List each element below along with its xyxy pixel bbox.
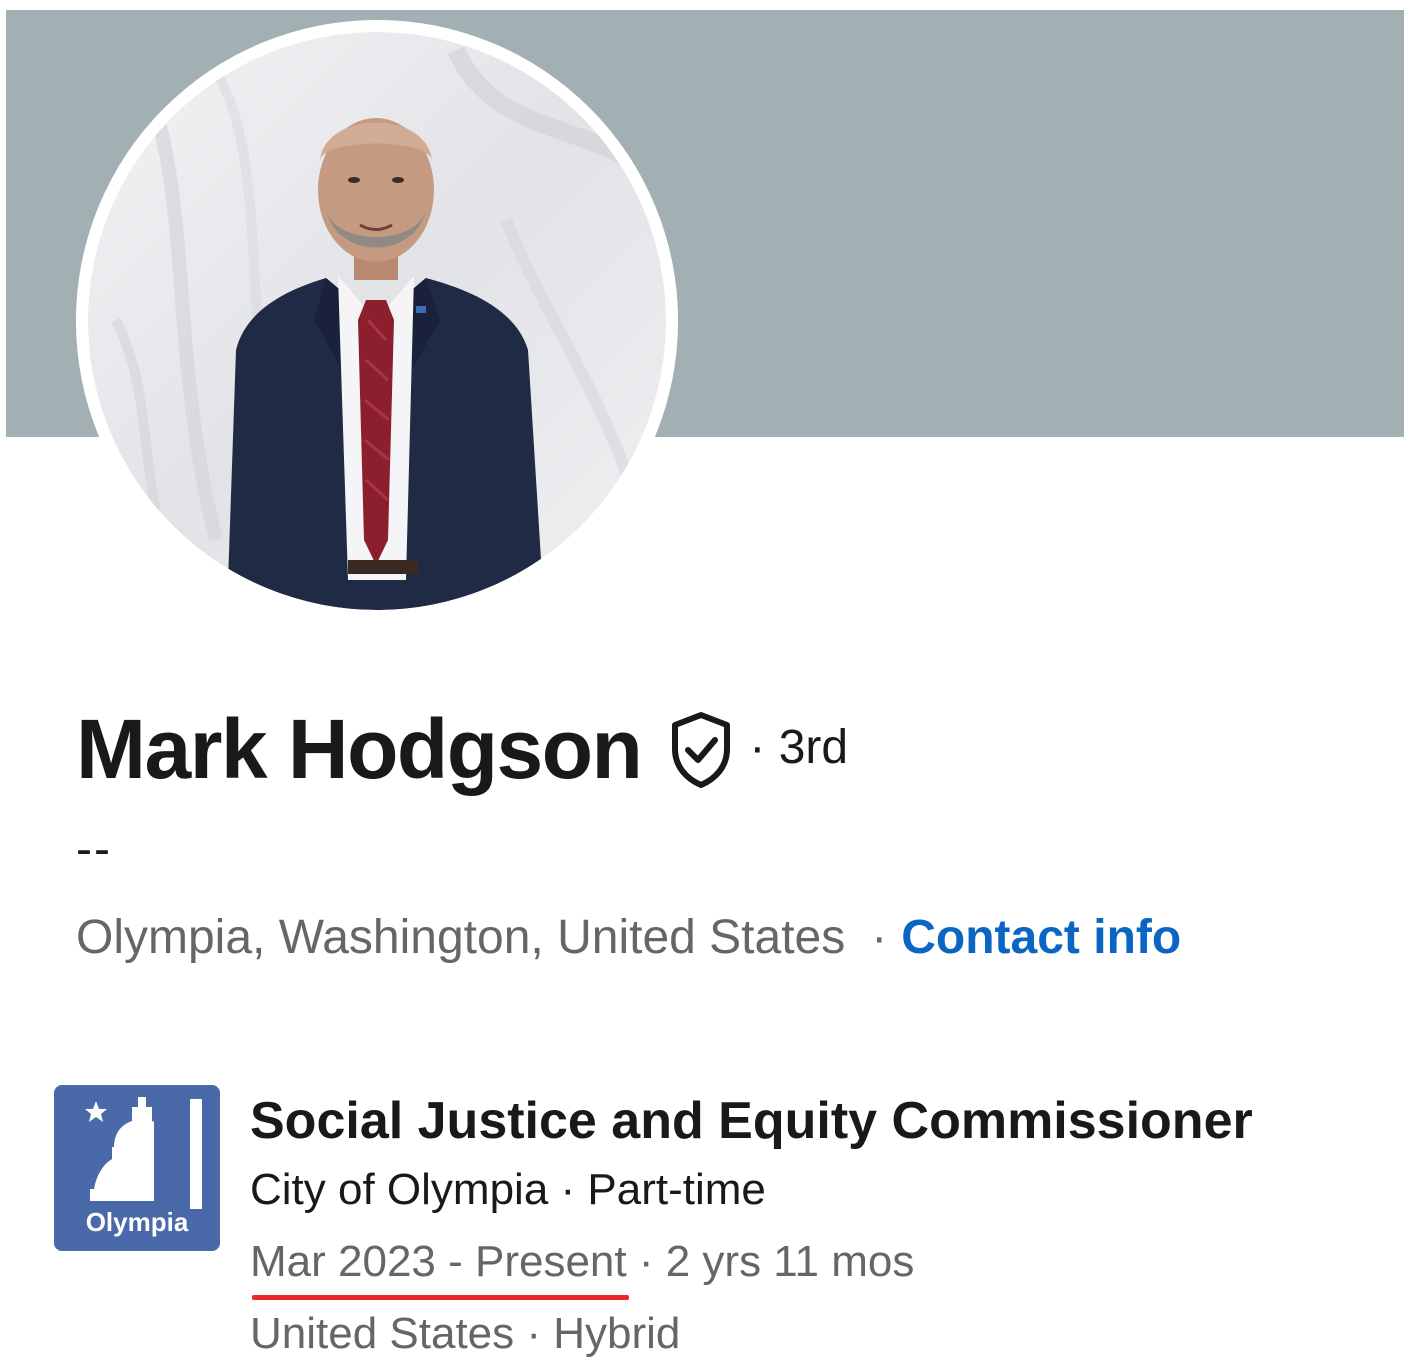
experience-entry: Social Justice and Equity Commissioner C… [250,1088,1253,1370]
company-logo[interactable]: Olympia [54,1085,220,1251]
contact-info-link[interactable]: Contact info [901,911,1181,964]
connection-degree: · 3rd [749,720,849,774]
company-line: City of Olympia · Part-time [250,1154,1253,1226]
profile-name: Mark Hodgson [76,701,643,796]
profile-headline: -- [76,823,112,876]
shield-check-icon[interactable] [667,709,735,789]
profile-location: Olympia, Washington, United States [76,911,846,964]
profile-page: Mark Hodgson · 3rd -- Olympia, Washingto… [0,0,1412,1372]
name-row: Mark Hodgson · 3rd [76,694,848,804]
date-range-wrap: Mar 2023 - Present [250,1226,629,1300]
logo-text: Olympia [86,1207,189,1237]
company-name[interactable]: City of Olympia [250,1165,548,1214]
work-location: United States · Hybrid [250,1309,681,1358]
red-underline [252,1295,629,1300]
employment-type: · Part-time [560,1165,766,1214]
date-range: Mar 2023 - Present [250,1237,627,1286]
separator-dot: · [871,911,888,964]
profile-photo[interactable] [76,20,678,622]
job-title[interactable]: Social Justice and Equity Commissioner [250,1088,1253,1154]
location-row: Olympia, Washington, United States · Conta… [76,910,1181,965]
dates-line: Mar 2023 - Present · 2 yrs 11 mos [250,1226,1253,1300]
duration: · 2 yrs 11 mos [638,1237,915,1286]
capitol-dome-icon: Olympia [85,1097,202,1237]
